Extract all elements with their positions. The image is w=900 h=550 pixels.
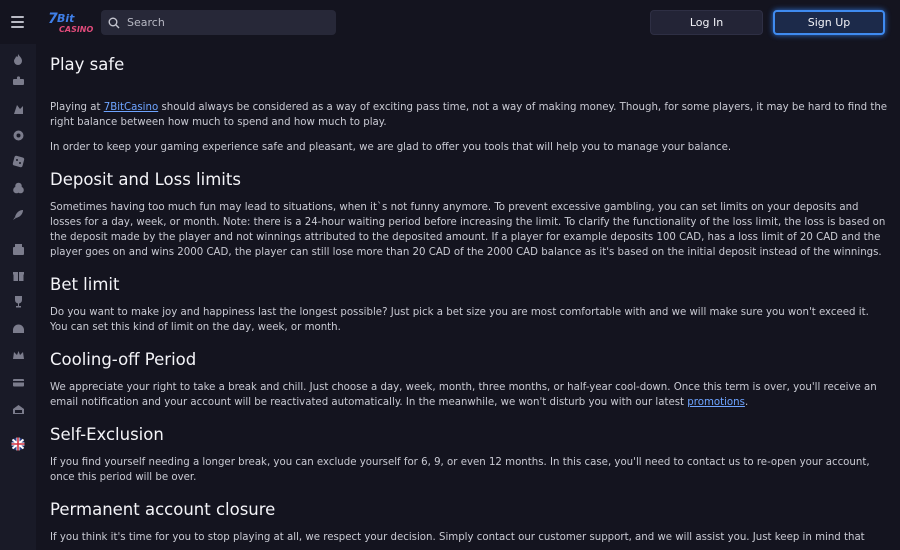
slots-icon[interactable] bbox=[11, 74, 25, 88]
section-heading-bet-limit: Bet limit bbox=[50, 275, 120, 294]
roulette-icon[interactable] bbox=[11, 128, 25, 142]
section-text-account-closure: If you think it's time for you to stop p… bbox=[50, 532, 865, 543]
gift-icon[interactable] bbox=[11, 268, 25, 282]
section-text-deposit-loss: Sometimes having too much fun may lead t… bbox=[50, 202, 886, 258]
svg-text:CASINO: CASINO bbox=[59, 25, 93, 34]
section-heading-self-exclusion: Self-Exclusion bbox=[50, 425, 164, 444]
cards-icon[interactable] bbox=[11, 181, 25, 195]
section-heading-cooling-off: Cooling-off Period bbox=[50, 350, 197, 369]
search-icon bbox=[108, 17, 120, 28]
sidebar bbox=[0, 44, 36, 550]
table-games-icon[interactable] bbox=[11, 102, 25, 116]
svg-text:Bit: Bit bbox=[57, 12, 75, 25]
section-heading-deposit-loss: Deposit and Loss limits bbox=[50, 170, 241, 189]
crown-icon[interactable] bbox=[11, 348, 25, 362]
payments-icon[interactable] bbox=[11, 375, 25, 389]
vip-icon[interactable] bbox=[11, 321, 25, 335]
top-bar: 7 Bit CASINO Log In Sign Up bbox=[0, 0, 900, 44]
casino-link[interactable]: 7BitCasino bbox=[104, 102, 158, 113]
intro-paragraph-2: In order to keep your gaming experience … bbox=[50, 142, 732, 153]
casino-logo[interactable]: 7 Bit CASINO bbox=[47, 9, 93, 35]
search-input[interactable] bbox=[125, 15, 329, 30]
fire-icon[interactable] bbox=[11, 52, 25, 66]
section-text-bet-limit: Do you want to make joy and happiness la… bbox=[50, 307, 869, 333]
section-text-cooling-off: We appreciate your right to take a break… bbox=[50, 382, 877, 408]
section-text-self-exclusion: If you find yourself needing a longer br… bbox=[50, 457, 870, 483]
promotions-link[interactable]: promotions bbox=[687, 397, 745, 408]
section-heading-account-closure: Permanent account closure bbox=[50, 500, 276, 519]
rocket-icon[interactable] bbox=[11, 207, 25, 221]
trophy-icon[interactable] bbox=[11, 294, 25, 308]
intro-paragraph-1: Playing at 7BitCasino should always be c… bbox=[50, 102, 888, 128]
login-button[interactable]: Log In bbox=[650, 10, 763, 35]
uk-flag-icon[interactable] bbox=[11, 437, 25, 451]
signup-button[interactable]: Sign Up bbox=[773, 10, 885, 35]
dice-icon[interactable] bbox=[11, 154, 25, 168]
page-title: Play safe bbox=[50, 55, 125, 74]
search-bar[interactable] bbox=[101, 10, 336, 35]
live-casino-icon[interactable] bbox=[11, 242, 25, 256]
hamburger-menu-icon[interactable] bbox=[11, 16, 24, 28]
support-icon[interactable] bbox=[11, 402, 25, 416]
